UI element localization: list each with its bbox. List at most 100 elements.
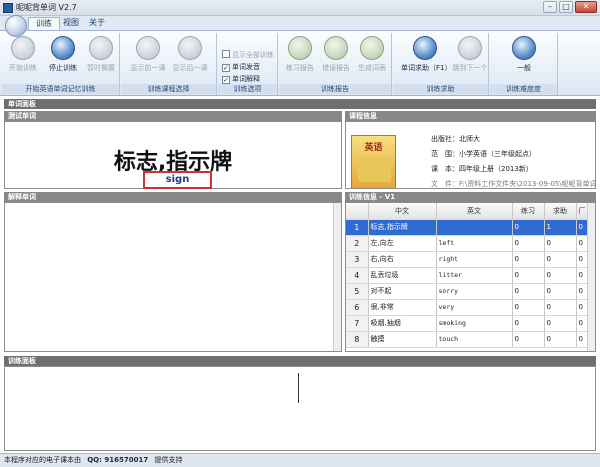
pronounce-checkbox[interactable]: ✓ 单词发音 — [222, 62, 260, 72]
table-row[interactable]: 3 右,向右 right 0 0 0 — [346, 251, 589, 268]
word-panel-header: 单词面板 — [4, 99, 596, 109]
row-index: 4 — [346, 267, 369, 284]
suspend-icon — [89, 36, 113, 60]
row-chinese: 标志,指示牌 — [368, 219, 437, 236]
row-chinese: 右,向右 — [368, 251, 437, 268]
status-qq: QQ: 916570017 — [87, 456, 149, 464]
next-lesson-button[interactable]: 显示后一课 — [171, 36, 209, 80]
difficulty-button[interactable]: 一般 — [505, 36, 543, 80]
start-training-button[interactable]: 开始训练 — [4, 36, 42, 80]
row-help: 0 — [544, 299, 577, 316]
course-info-panel: 英语 出版社：北师大 范 围：小学英语（三年级起点） 课 本：四年级上册（201… — [345, 121, 596, 189]
explain-checkbox[interactable]: ✓ 单词解释 — [222, 74, 260, 84]
row-practice: 0 — [512, 331, 545, 348]
checkmark-icon: ✓ — [222, 64, 230, 72]
column-header-index[interactable] — [346, 203, 369, 220]
error-report-button[interactable]: 错误报告 — [317, 36, 355, 80]
suspend-button[interactable]: 暂时搁置 — [82, 36, 120, 80]
row-practice: 0 — [512, 267, 545, 284]
error-report-label: 错误报告 — [322, 64, 350, 72]
row-practice: 0 — [512, 283, 545, 300]
row-index: 8 — [346, 331, 369, 348]
stop-training-button[interactable]: 停止训练 — [44, 36, 82, 80]
group-label-help: 训练求助 — [393, 84, 488, 94]
row-index: 1 — [346, 219, 369, 236]
file-path-text: 文 件：F:\资料工作文件夹\2013-09-05\呢呢背单词.wxn — [431, 180, 596, 188]
word-help-label: 单词求助（F1） — [401, 64, 452, 72]
cover-illustration — [358, 156, 391, 182]
table-scrollbar[interactable] — [587, 203, 595, 351]
row-help: 0 — [544, 251, 577, 268]
column-header-practice[interactable]: 练习 — [512, 203, 545, 220]
row-english: litter — [436, 267, 513, 284]
next-icon — [178, 36, 202, 60]
test-word-header: 测试单词 — [4, 111, 342, 121]
generate-wordlist-button[interactable]: 生成词表 — [353, 36, 391, 80]
row-chinese: 很,非常 — [368, 299, 437, 316]
difficulty-label: 一般 — [517, 64, 531, 72]
row-help: 0 — [544, 331, 577, 348]
skip-next-button[interactable]: 跳到下一个 — [451, 36, 489, 80]
generate-wordlist-label: 生成词表 — [358, 64, 386, 72]
column-header-help[interactable]: 求助 — [544, 203, 577, 220]
row-english: very — [436, 299, 513, 316]
row-chinese: 左,向左 — [368, 235, 437, 252]
checkbox-icon — [222, 50, 230, 58]
show-all-checkbox[interactable]: 显示全部训练 — [222, 50, 274, 60]
training-info-panel: 中文 英文 练习 求助 厂 1 标志,指示牌 0 1 0 2 左,向左 left 0 0 0 3右… — [345, 202, 596, 352]
minimize-button[interactable]: – — [543, 1, 557, 13]
checkmark-icon: ✓ — [222, 76, 230, 84]
training-table: 中文 英文 练习 求助 厂 1 标志,指示牌 0 1 0 2 左,向左 left 0 0 0 3右… — [346, 203, 589, 348]
cover-title: 英语 — [364, 143, 383, 153]
table-row[interactable]: 5 对不起 sorry 0 0 0 — [346, 283, 589, 300]
ribbon-group-course: 显示前一课 显示后一课 训练课程选择 — [121, 33, 217, 95]
training-panel — [4, 366, 596, 451]
explain-word-panel — [4, 202, 342, 352]
stop-training-label: 停止训练 — [49, 64, 77, 72]
application-menu-orb[interactable] — [5, 15, 27, 37]
pronounce-label: 单词发音 — [232, 63, 260, 71]
skip-icon — [458, 36, 482, 60]
column-header-english[interactable]: 英文 — [436, 203, 513, 220]
maximize-button[interactable]: □ — [559, 1, 573, 13]
group-label-report: 训练报告 — [279, 84, 391, 94]
suspend-label: 暂时搁置 — [87, 64, 115, 72]
status-bar: 本程序对应的电子课本由 QQ: 916570017 提供支持 — [0, 453, 600, 467]
practice-report-button[interactable]: 练习报告 — [281, 36, 319, 80]
training-panel-header: 训练面板 — [4, 356, 596, 366]
row-chinese: 乱丢垃圾 — [368, 267, 437, 284]
lesson-text: 课 本：四年级上册（2013新） — [431, 165, 533, 173]
row-practice: 0 — [512, 315, 545, 332]
pause-icon — [51, 36, 75, 60]
previous-icon — [136, 36, 160, 60]
status-text: 本程序对应的电子课本由 — [4, 456, 81, 464]
row-english — [436, 219, 513, 236]
table-row[interactable]: 1 标志,指示牌 0 1 0 — [346, 219, 589, 236]
table-row[interactable]: 7 吸烟,抽烟 smoking 0 0 0 — [346, 315, 589, 332]
group-label-course: 训练课程选择 — [121, 84, 216, 94]
answer-input[interactable]: sign — [143, 171, 212, 189]
row-english: sorry — [436, 283, 513, 300]
word-help-button[interactable]: 单词求助（F1） — [401, 36, 452, 80]
table-row[interactable]: 4 乱丢垃圾 litter 0 0 0 — [346, 267, 589, 284]
row-index: 3 — [346, 251, 369, 268]
row-chinese: 触摸 — [368, 331, 437, 348]
test-word-panel: 标志,指示牌 sign — [4, 121, 342, 189]
ribbon-group-difficulty: 一般 训练难度度 — [490, 33, 558, 95]
previous-lesson-button[interactable]: 显示前一课 — [129, 36, 167, 80]
table-row[interactable]: 6 很,非常 very 0 0 0 — [346, 299, 589, 316]
group-label-options: 训练选项 — [218, 84, 277, 94]
column-header-chinese[interactable]: 中文 — [368, 203, 437, 220]
row-help: 0 — [544, 267, 577, 284]
explain-scrollbar[interactable] — [333, 203, 341, 351]
close-button[interactable]: ✕ — [575, 1, 597, 13]
table-row[interactable]: 8 触摸 touch 0 0 0 — [346, 331, 589, 348]
practice-report-label: 练习报告 — [286, 64, 314, 72]
ribbon-group-start: 开始训练 停止训练 暂时搁置 开始英语单词记忆训练 — [2, 33, 120, 95]
table-row[interactable]: 2 左,向左 left 0 0 0 — [346, 235, 589, 252]
training-info-header: 训练信息 - V1 — [345, 192, 596, 202]
ribbon-group-options: 显示全部训练 ✓ 单词发音 ✓ 单词解释 训练选项 — [218, 33, 278, 95]
explain-label: 单词解释 — [232, 75, 260, 83]
previous-lesson-label: 显示前一课 — [130, 64, 166, 72]
tab-about[interactable]: 关于 — [82, 17, 112, 30]
